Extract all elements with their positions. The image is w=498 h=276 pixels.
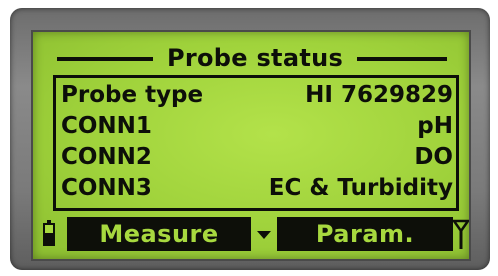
row-value: HI 7629829 — [305, 82, 453, 108]
softkey-bar: Measure Param. — [33, 217, 469, 251]
lcd-screen: Probe status Probe type HI 7629829 CONN1… — [31, 30, 471, 261]
battery-icon — [43, 220, 55, 246]
row-label: CONN3 — [61, 175, 152, 201]
row-label: CONN2 — [61, 144, 152, 170]
screen-title: Probe status — [166, 44, 344, 72]
status-row-conn1: CONN1 pH — [61, 111, 453, 141]
row-label: CONN1 — [61, 113, 152, 139]
status-row-conn2: CONN2 DO — [61, 142, 453, 172]
title-rule-right — [357, 57, 447, 61]
antenna-icon — [453, 219, 469, 249]
title-rule-left — [57, 57, 153, 61]
screen-header: Probe status — [33, 44, 469, 72]
status-row-probe-type: Probe type HI 7629829 — [61, 80, 453, 110]
row-value: DO — [414, 144, 453, 170]
row-value: pH — [417, 113, 453, 139]
measure-softkey[interactable]: Measure — [67, 217, 251, 251]
probe-status-table: Probe type HI 7629829 CONN1 pH CONN2 DO … — [53, 75, 459, 211]
row-value: EC & Turbidity — [268, 175, 453, 201]
param-softkey[interactable]: Param. — [277, 217, 453, 251]
down-arrow-icon[interactable] — [255, 225, 273, 245]
row-label: Probe type — [61, 82, 204, 108]
status-row-conn3: CONN3 EC & Turbidity — [61, 173, 453, 203]
